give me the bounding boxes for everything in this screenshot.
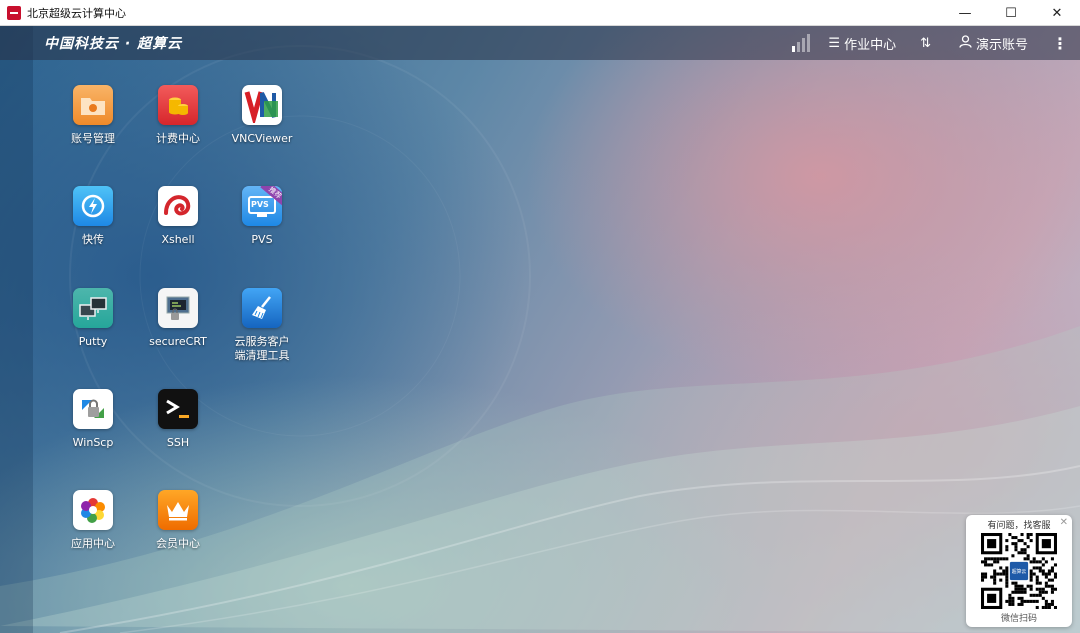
app-label: Putty	[78, 335, 108, 348]
desktop: 中国科技云 · 超算云 ☰ 作业中心 ⇅ 演示账号 ⋮ 账号管理 计费中心 VN…	[0, 26, 1080, 633]
pvs-icon: PVS 推荐	[242, 186, 282, 226]
jobs-center-label: 作业中心	[844, 37, 897, 53]
transfer-arrows-icon: ⇅	[920, 35, 931, 51]
qr-footer-text: 微信扫码	[1000, 614, 1037, 624]
desktop-app-quick-transfer[interactable]: 快传	[53, 186, 133, 247]
window-title: 北京超级云计算中心	[27, 6, 126, 20]
account-menu-button[interactable]: 演示账号	[959, 34, 1028, 53]
terminal-icon	[158, 389, 198, 429]
window-titlebar: 北京超级云计算中心 — ☐ ✕	[0, 0, 1080, 26]
desktop-app-xshell[interactable]: Xshell	[138, 186, 218, 247]
qr-center-text: 超算云	[1012, 568, 1027, 575]
app-label: secureCRT	[149, 335, 207, 348]
maximize-button[interactable]: ☐	[988, 0, 1034, 26]
qr-code-image: 超算云	[981, 533, 1057, 609]
desktop-app-billing[interactable]: 计费中心	[138, 85, 218, 146]
brand-logo-text: 中国科技云 · 超算云	[44, 36, 183, 52]
desktop-app-cleaner[interactable]: 云服务客户端清理工具	[222, 288, 302, 363]
qr-panel-title: 有问题，找客服	[987, 521, 1051, 531]
desktop-app-member[interactable]: 会员中心	[138, 490, 218, 551]
left-edge-shade	[0, 26, 33, 633]
desktop-app-securecrt[interactable]: secureCRT	[138, 288, 218, 349]
customer-service-panel: 有问题，找客服 ✕ 超算云 微信扫码	[966, 515, 1072, 627]
close-button[interactable]: ✕	[1034, 0, 1080, 26]
app-label: 会员中心	[156, 537, 200, 550]
xshell-icon	[158, 186, 198, 226]
minimize-button[interactable]: —	[942, 0, 988, 26]
top-nav-bar: 中国科技云 · 超算云 ☰ 作业中心 ⇅ 演示账号 ⋮	[0, 26, 1080, 60]
app-label: 快传	[82, 233, 104, 246]
putty-icon	[73, 288, 113, 328]
app-logo-icon	[7, 5, 21, 20]
desktop-app-putty[interactable]: Putty	[53, 288, 133, 349]
vnc-icon	[242, 85, 282, 125]
app-label: PVS	[251, 233, 273, 246]
desktop-app-ssh[interactable]: SSH	[138, 389, 218, 450]
app-label: 应用中心	[71, 537, 115, 550]
top-nav-right: ☰ 作业中心 ⇅ 演示账号 ⋮	[792, 26, 1080, 60]
colorful-flower-icon	[73, 490, 113, 530]
lightning-icon	[73, 186, 113, 226]
desktop-app-winscp[interactable]: WinScp	[53, 389, 133, 450]
securecrt-icon	[158, 288, 198, 328]
desktop-app-account[interactable]: 账号管理	[53, 85, 133, 146]
app-label: Xshell	[161, 233, 195, 246]
desktop-app-appcenter[interactable]: 应用中心	[53, 490, 133, 551]
app-label: VNCViewer	[231, 132, 293, 145]
signal-strength-icon	[792, 34, 811, 52]
crown-icon	[158, 490, 198, 530]
close-icon[interactable]: ✕	[1060, 517, 1068, 528]
app-label: 账号管理	[71, 132, 115, 145]
pvs-inner-text: PVS	[251, 200, 269, 209]
user-icon	[959, 34, 972, 52]
winscp-icon	[73, 389, 113, 429]
coins-icon	[158, 85, 198, 125]
window-controls: — ☐ ✕	[942, 0, 1080, 26]
jobs-center-button[interactable]: ☰ 作业中心	[828, 34, 896, 53]
transfer-button[interactable]: ⇅	[920, 36, 935, 51]
app-label: 云服务客户端清理工具	[234, 335, 290, 362]
more-menu-icon[interactable]: ⋮	[1052, 34, 1068, 53]
list-icon: ☰	[828, 35, 841, 51]
app-label: 计费中心	[156, 132, 200, 145]
desktop-app-pvs[interactable]: PVS 推荐 PVS	[222, 186, 302, 247]
app-label: WinScp	[72, 436, 114, 449]
account-folder-icon	[73, 85, 113, 125]
account-label: 演示账号	[975, 37, 1028, 53]
desktop-app-vncviewer[interactable]: VNCViewer	[222, 85, 302, 146]
broom-icon	[242, 288, 282, 328]
app-label: SSH	[166, 436, 190, 449]
